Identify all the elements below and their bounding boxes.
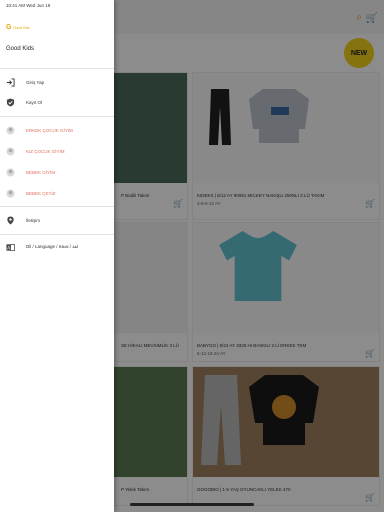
menu-item-register[interactable]: Kayıt Ol <box>0 94 114 110</box>
menu-item-contact[interactable]: İletişim <box>0 212 114 228</box>
menu-item-label: BEBEK GİYİM <box>26 169 56 175</box>
category-circle-icon <box>6 167 15 177</box>
login-icon <box>6 77 15 87</box>
menu-item-label: İletişim <box>26 217 41 223</box>
divider <box>0 68 114 69</box>
logo-text: Good Kids <box>13 25 30 30</box>
home-indicator[interactable] <box>130 503 254 506</box>
menu-item-language[interactable]: A Dil / Language / язык / ﻟﻐﺔ <box>0 239 114 255</box>
app-logo: G Good Kids <box>6 24 30 31</box>
status-time: 10:41 AM Wed Jun 19 <box>6 3 51 8</box>
menu-item-login[interactable]: Giriş Yap <box>0 74 114 90</box>
navigation-drawer: 10:41 AM Wed Jun 19 G Good Kids Good Kid… <box>0 0 114 512</box>
category-circle-icon <box>6 125 15 135</box>
translate-icon: A <box>6 243 15 252</box>
shield-check-icon <box>6 97 15 107</box>
menu-item-label: KIZ ÇOCUK GİYİM <box>26 148 65 154</box>
divider <box>0 116 114 117</box>
category-circle-icon <box>6 188 15 198</box>
menu-item-label: Kayıt Ol <box>26 99 43 105</box>
category-circle-icon <box>6 146 15 156</box>
divider <box>0 234 114 235</box>
divider <box>0 206 114 207</box>
menu-item-baby-trousseau[interactable]: BEBEK ÇEYİZ <box>0 185 114 201</box>
menu-item-label: Dil / Language / язык / ﻟﻐﺔ <box>26 244 79 249</box>
brand-name: Good Kids <box>6 46 35 52</box>
menu-item-boys-clothing[interactable]: ERKEK ÇOCUK GİYİM <box>0 122 114 138</box>
menu-item-label: ERKEK ÇOCUK GİYİM <box>26 127 73 133</box>
menu-item-girls-clothing[interactable]: KIZ ÇOCUK GİYİM <box>0 143 114 159</box>
menu-item-baby-clothing[interactable]: BEBEK GİYİM <box>0 164 114 180</box>
logo-mark: G <box>6 24 12 31</box>
menu-item-label: Giriş Yap <box>26 79 45 85</box>
menu-item-label: BEBEK ÇEYİZ <box>26 190 56 196</box>
location-pin-icon <box>6 215 15 225</box>
